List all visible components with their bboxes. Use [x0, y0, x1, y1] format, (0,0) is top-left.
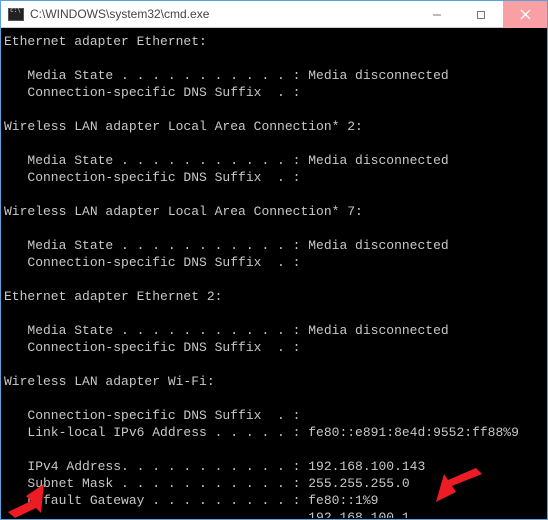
console-line: Wireless LAN adapter Wi-Fi:: [4, 373, 546, 390]
console-line: [4, 441, 546, 458]
console-line: [4, 101, 546, 118]
window-title: C:\WINDOWS\system32\cmd.exe: [30, 7, 415, 21]
console-output[interactable]: Ethernet adapter Ethernet: Media State .…: [2, 29, 546, 518]
console-line: [4, 135, 546, 152]
cmd-window: C:\WINDOWS\system32\cmd.exe Ethernet ada…: [0, 0, 548, 520]
console-line: [4, 186, 546, 203]
console-line: 192.168.100.1: [4, 509, 546, 518]
console-line: Media State . . . . . . . . . . . : Medi…: [4, 237, 546, 254]
console-line: Subnet Mask . . . . . . . . . . . : 255.…: [4, 475, 546, 492]
console-line: Connection-specific DNS Suffix . :: [4, 254, 546, 271]
console-line: [4, 390, 546, 407]
titlebar[interactable]: C:\WINDOWS\system32\cmd.exe: [1, 1, 547, 28]
console-line: Ethernet adapter Ethernet 2:: [4, 288, 546, 305]
console-line: Wireless LAN adapter Local Area Connecti…: [4, 118, 546, 135]
console-line: IPv4 Address. . . . . . . . . . . : 192.…: [4, 458, 546, 475]
console-line: Default Gateway . . . . . . . . . : fe80…: [4, 492, 546, 509]
maximize-button[interactable]: [459, 1, 503, 28]
console-line: Media State . . . . . . . . . . . : Medi…: [4, 67, 546, 84]
console-line: [4, 305, 546, 322]
console-line: Connection-specific DNS Suffix . :: [4, 339, 546, 356]
minimize-button[interactable]: [415, 1, 459, 28]
console-line: Wireless LAN adapter Local Area Connecti…: [4, 203, 546, 220]
console-line: Ethernet adapter Ethernet:: [4, 33, 546, 50]
console-line: [4, 220, 546, 237]
console-line: [4, 50, 546, 67]
console-line: Connection-specific DNS Suffix . :: [4, 407, 546, 424]
console-line: Connection-specific DNS Suffix . :: [4, 84, 546, 101]
close-button[interactable]: [503, 1, 547, 28]
console-line: [4, 271, 546, 288]
cmd-icon: [7, 6, 25, 22]
console-line: [4, 356, 546, 373]
console-line: Link-local IPv6 Address . . . . . : fe80…: [4, 424, 546, 441]
console-line: Connection-specific DNS Suffix . :: [4, 169, 546, 186]
console-line: Media State . . . . . . . . . . . : Medi…: [4, 152, 546, 169]
console-line: Media State . . . . . . . . . . . : Medi…: [4, 322, 546, 339]
window-controls: [415, 1, 547, 27]
